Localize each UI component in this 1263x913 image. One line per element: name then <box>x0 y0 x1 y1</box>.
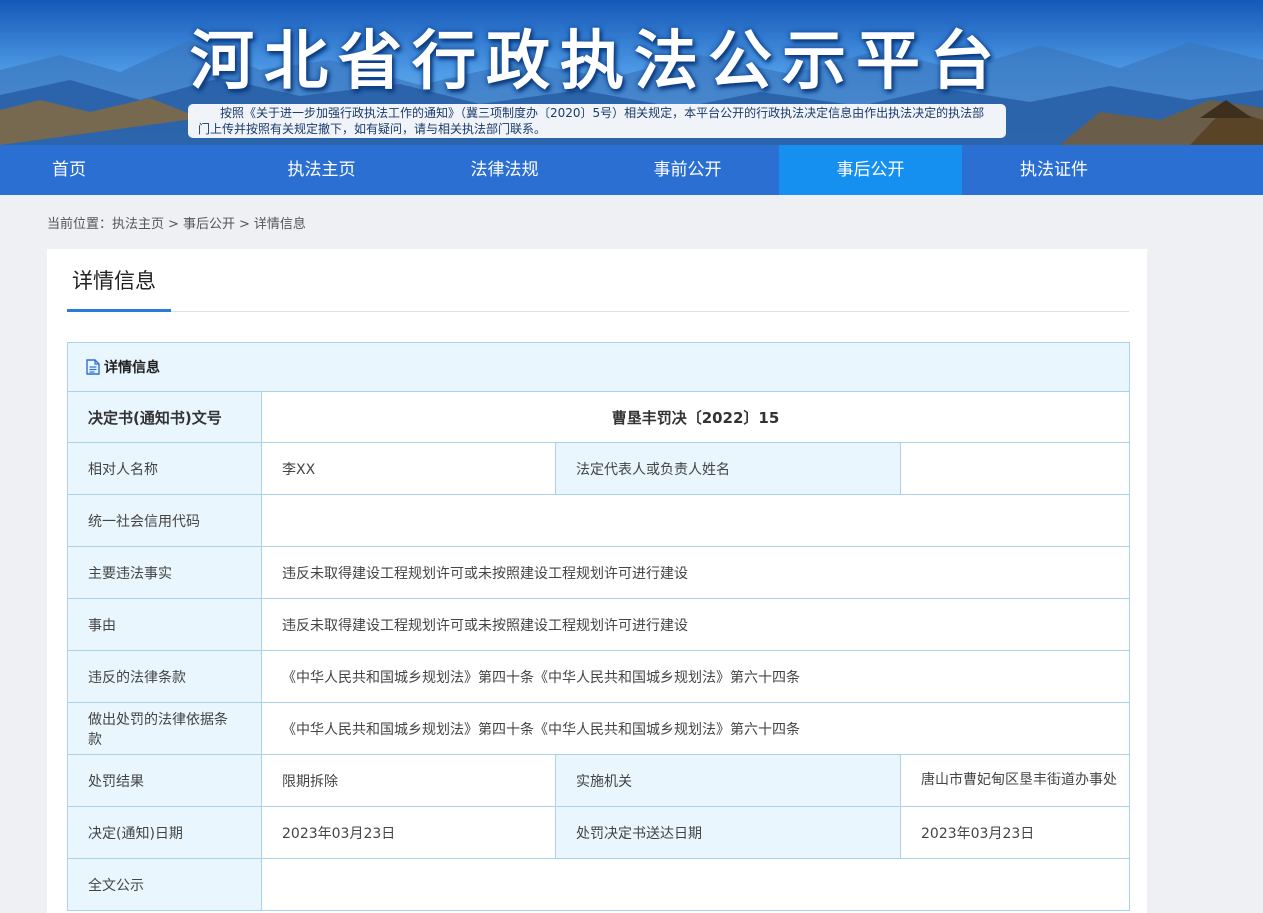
table-row: 主要违法事实 违反未取得建设工程规划许可或未按照建设工程规划许可进行建设 <box>67 546 1130 599</box>
breadcrumb-current: 详情信息 <box>253 217 306 232</box>
breadcrumb-link-post-disclosure[interactable]: 事后公开 <box>183 217 235 232</box>
table-row: 全文公示 <box>67 858 1130 911</box>
site-title: 河北省行政执法公示平台 <box>190 24 1004 99</box>
delivery-date-value: 2023年03月23日 <box>900 806 1130 859</box>
main-facts-label: 主要违法事实 <box>67 546 262 599</box>
decision-date-label: 决定(通知)日期 <box>67 806 262 859</box>
table-row: 决定书(通知书)文号 曹垦丰罚决〔2022〕15 <box>67 391 1130 443</box>
result-label: 处罚结果 <box>67 754 262 807</box>
full-text-value <box>261 858 1130 911</box>
section-title: 详情信息 <box>104 360 160 376</box>
section-header-row: 详情信息 <box>67 342 1130 392</box>
card-header: 详情信息 <box>67 249 1129 312</box>
decision-date-value: 2023年03月23日 <box>261 806 556 859</box>
violated-law-label: 违反的法律条款 <box>67 650 262 703</box>
doc-number-label: 决定书(通知书)文号 <box>67 391 262 443</box>
main-nav: 首页 执法主页 法律法规 事前公开 事后公开 执法证件 <box>0 145 1263 195</box>
document-icon <box>86 359 100 375</box>
table-row: 决定(通知)日期 2023年03月23日 处罚决定书送达日期 2023年03月2… <box>67 806 1130 859</box>
doc-number-value: 曹垦丰罚决〔2022〕15 <box>261 391 1130 443</box>
breadcrumb: 当前位置：执法主页 > 事后公开 > 详情信息 <box>47 213 306 232</box>
penalty-basis-label: 做出处罚的法律依据条款 <box>67 702 262 755</box>
page-title: 详情信息 <box>72 269 156 293</box>
legal-rep-label: 法定代表人或负责人姓名 <box>555 442 901 495</box>
nav-item-post-disclosure[interactable]: 事后公开 <box>779 145 962 195</box>
nav-item-certificates[interactable]: 执法证件 <box>962 145 1263 195</box>
table-row: 事由 违反未取得建设工程规划许可或未按照建设工程规划许可进行建设 <box>67 598 1130 651</box>
table-row: 相对人名称 李XX 法定代表人或负责人姓名 <box>67 442 1130 495</box>
party-name-label: 相对人名称 <box>67 442 262 495</box>
header-banner: 河北省行政执法公示平台 按照《关于进一步加强行政执法工作的通知》（冀三项制度办〔… <box>0 0 1263 145</box>
violated-law-value: 《中华人民共和国城乡规划法》第四十条《中华人民共和国城乡规划法》第六十四条 <box>261 650 1130 703</box>
table-row: 统一社会信用代码 <box>67 494 1130 547</box>
delivery-date-label: 处罚决定书送达日期 <box>555 806 901 859</box>
nav-item-enforcement-home[interactable]: 执法主页 <box>230 145 413 195</box>
nav-item-laws[interactable]: 法律法规 <box>413 145 596 195</box>
penalty-basis-value: 《中华人民共和国城乡规划法》第四十条《中华人民共和国城乡规划法》第六十四条 <box>261 702 1130 755</box>
agency-label: 实施机关 <box>555 754 901 807</box>
table-row: 违反的法律条款 《中华人民共和国城乡规划法》第四十条《中华人民共和国城乡规划法》… <box>67 650 1130 703</box>
detail-card: 详情信息 详情信息 决定书(通知书)文号 曹垦丰罚决〔2022〕15 相对人名称… <box>47 249 1147 913</box>
credit-code-label: 统一社会信用代码 <box>67 494 262 547</box>
result-value: 限期拆除 <box>261 754 556 807</box>
credit-code-value <box>261 494 1130 547</box>
nav-item-home[interactable]: 首页 <box>0 145 230 195</box>
breadcrumb-link-enforcement-home[interactable]: 执法主页 <box>112 217 164 232</box>
breadcrumb-separator: > <box>238 217 250 232</box>
breadcrumb-separator: > <box>168 217 179 232</box>
nav-item-pre-disclosure[interactable]: 事前公开 <box>596 145 779 195</box>
notice-text: 按照《关于进一步加强行政执法工作的通知》（冀三项制度办〔2020〕5号）相关规定… <box>198 106 985 136</box>
table-row: 做出处罚的法律依据条款 《中华人民共和国城乡规划法》第四十条《中华人民共和国城乡… <box>67 702 1130 755</box>
party-name-value: 李XX <box>261 442 556 495</box>
title-underline <box>67 309 171 312</box>
full-text-label: 全文公示 <box>67 858 262 911</box>
detail-table: 详情信息 决定书(通知书)文号 曹垦丰罚决〔2022〕15 相对人名称 李XX … <box>67 342 1130 911</box>
main-facts-value: 违反未取得建设工程规划许可或未按照建设工程规划许可进行建设 <box>261 546 1130 599</box>
agency-value: 唐山市曹妃甸区垦丰街道办事处 <box>900 754 1130 807</box>
breadcrumb-prefix: 当前位置： <box>47 217 113 232</box>
reason-value: 违反未取得建设工程规划许可或未按照建设工程规划许可进行建设 <box>261 598 1130 651</box>
reason-label: 事由 <box>67 598 262 651</box>
legal-rep-value <box>900 442 1130 495</box>
notice-box: 按照《关于进一步加强行政执法工作的通知》（冀三项制度办〔2020〕5号）相关规定… <box>188 104 1006 138</box>
table-row: 处罚结果 限期拆除 实施机关 唐山市曹妃甸区垦丰街道办事处 <box>67 754 1130 807</box>
